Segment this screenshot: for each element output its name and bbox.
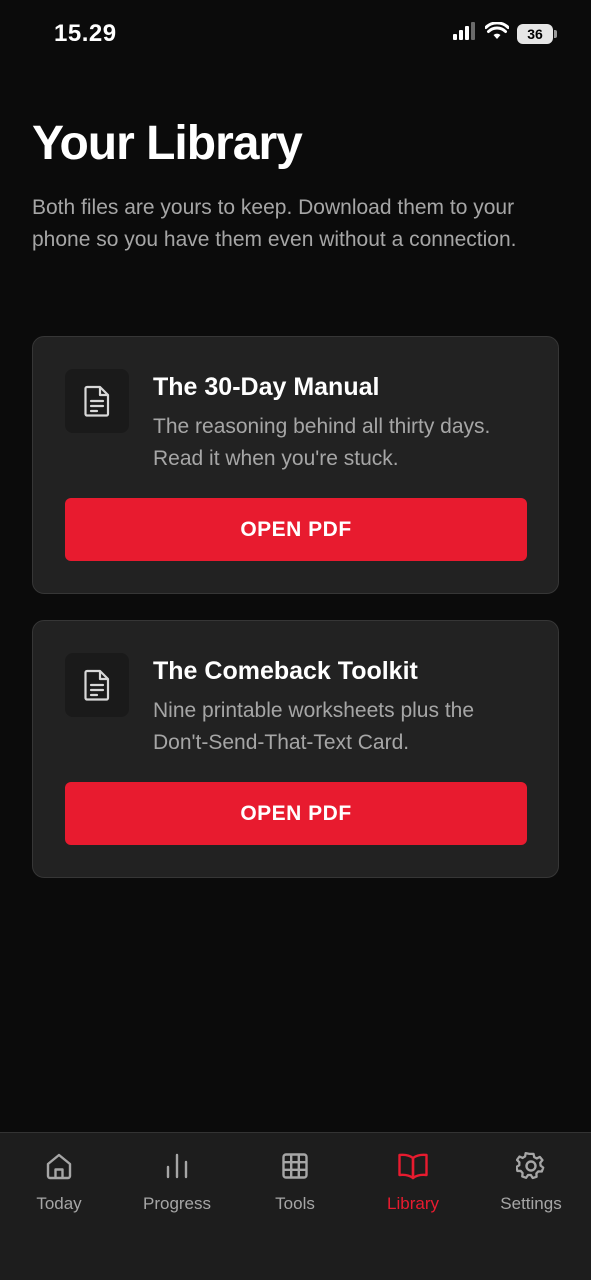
tab-label: Progress [142, 1194, 212, 1213]
open-pdf-button[interactable]: OPEN PDF [65, 782, 527, 845]
grid-icon [280, 1151, 310, 1186]
home-icon [44, 1151, 74, 1186]
document-icon [65, 653, 129, 717]
card-title: The 30-Day Manual [153, 373, 380, 401]
status-icons: 36 [453, 21, 557, 45]
tab-tools[interactable]: Tools [236, 1151, 354, 1214]
tab-label: Tools [275, 1194, 315, 1213]
document-icon [65, 369, 129, 433]
page-intro: Both files are yours to keep. Download t… [32, 196, 517, 251]
tab-label: Library [387, 1194, 439, 1213]
open-pdf-button[interactable]: OPEN PDF [65, 498, 527, 561]
status-bar: 15.29 36 [0, 0, 591, 70]
library-card: The Comeback Toolkit Nine printable work… [32, 620, 559, 878]
card-title: The Comeback Toolkit [153, 657, 418, 685]
tab-library[interactable]: Library [354, 1151, 472, 1214]
bar-chart-icon [162, 1151, 192, 1186]
tab-today[interactable]: Today [0, 1151, 118, 1214]
book-icon [397, 1151, 429, 1186]
tab-label: Today [36, 1194, 82, 1213]
tab-settings[interactable]: Settings [472, 1151, 590, 1214]
tab-progress[interactable]: Progress [118, 1151, 236, 1214]
signal-icon [453, 22, 477, 45]
card-description: Nine printable worksheets plus the Don't… [153, 699, 475, 754]
wifi-icon [484, 21, 510, 45]
card-description: The reasoning behind all thirty days. Re… [153, 415, 491, 470]
library-card: The 30-Day Manual The reasoning behind a… [32, 336, 559, 594]
battery-icon: 36 [517, 23, 557, 44]
status-time: 15.29 [54, 20, 117, 47]
tab-bar: Today Progress Tools Library Settings [0, 1132, 591, 1280]
tab-label: Settings [500, 1194, 562, 1213]
page-title: Your Library [32, 117, 303, 170]
gear-icon [515, 1151, 546, 1186]
